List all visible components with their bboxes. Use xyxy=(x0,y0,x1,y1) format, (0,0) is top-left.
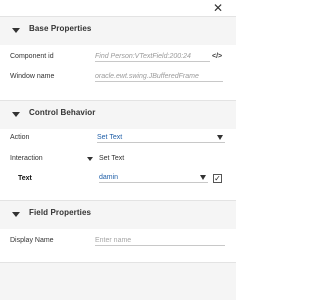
window-name-label: Window name xyxy=(10,73,55,80)
text-label: Text xyxy=(18,175,32,182)
display-name-label: Display Name xyxy=(10,237,54,244)
base-properties-section: Base Properties Component id Find Person… xyxy=(0,16,236,97)
section-title: Field Properties xyxy=(29,208,92,217)
interaction-label: Interaction xyxy=(10,155,43,162)
window-name-field[interactable]: oracle.ewt.swing.JBufferedFrame xyxy=(95,72,223,82)
action-value: Set Text xyxy=(97,134,123,141)
field-properties-header[interactable]: Field Properties xyxy=(0,201,236,229)
text-value: damin xyxy=(99,174,119,181)
base-properties-header[interactable]: Base Properties xyxy=(0,17,236,45)
panel-topbar: ✕ xyxy=(0,0,236,16)
action-label: Action xyxy=(10,134,30,141)
field-properties-section: Field Properties Display Name Enter name xyxy=(0,200,236,263)
close-icon[interactable]: ✕ xyxy=(212,2,224,14)
component-id-label: Component id xyxy=(10,53,54,60)
text-dropdown[interactable]: damin xyxy=(99,173,208,183)
code-icon[interactable]: </> xyxy=(212,53,222,60)
chevron-down-icon xyxy=(12,28,20,33)
section-title: Base Properties xyxy=(29,24,92,33)
action-dropdown[interactable]: Set Text xyxy=(97,133,225,143)
chevron-down-icon[interactable] xyxy=(87,157,93,161)
control-behavior-header[interactable]: Control Behavior xyxy=(0,101,236,129)
text-checkbox[interactable]: ✓ xyxy=(213,174,222,183)
control-behavior-section: Control Behavior Action Set Text Interac… xyxy=(0,100,236,201)
chevron-down-icon xyxy=(12,112,20,117)
field-properties-body: Display Name Enter name xyxy=(0,229,236,263)
control-behavior-body: Action Set Text Interaction Set Text Tex… xyxy=(0,129,236,201)
chevron-down-icon xyxy=(200,175,206,180)
section-title: Control Behavior xyxy=(29,108,96,117)
chevron-down-icon xyxy=(12,212,20,217)
properties-panel: ✕ Base Properties Component id Find Pers… xyxy=(0,0,236,300)
interaction-value: Set Text xyxy=(99,155,125,162)
display-name-input[interactable]: Enter name xyxy=(95,236,225,246)
component-id-field[interactable]: Find Person:VTextField:200:24 xyxy=(95,52,210,62)
base-properties-body: Component id Find Person:VTextField:200:… xyxy=(0,45,236,97)
panel-footer xyxy=(0,262,236,300)
chevron-down-icon xyxy=(217,135,223,140)
